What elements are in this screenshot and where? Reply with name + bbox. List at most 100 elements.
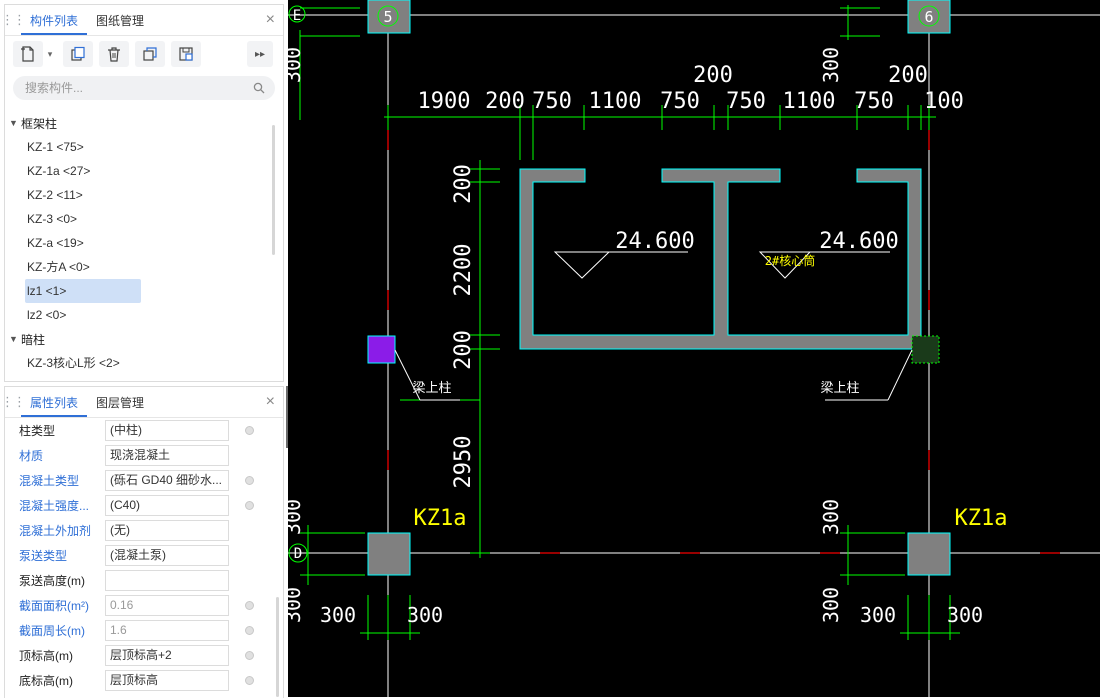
search-input[interactable] — [23, 80, 253, 96]
dim-text: 750 — [532, 89, 572, 114]
dim-text: 200 — [451, 330, 476, 370]
caret-down-icon[interactable]: ▼ — [9, 118, 21, 128]
tab-component-list[interactable]: 构件列表 — [21, 7, 88, 35]
core-walls[interactable] — [519, 168, 922, 350]
trash-icon — [108, 47, 120, 62]
dim-text: 200 — [485, 89, 525, 114]
tree-item[interactable]: KZ-1 <75> — [5, 135, 141, 159]
column-kz1a-right[interactable] — [907, 532, 951, 576]
property-indicator-icon[interactable] — [245, 501, 254, 510]
property-label: 混凝土类型 — [19, 474, 80, 488]
tree-item[interactable]: lz2 <0> — [5, 303, 141, 327]
property-value-field[interactable]: (中柱) — [105, 420, 229, 441]
save-floor-icon — [179, 47, 193, 61]
tree-item[interactable]: KZ-3 <0> — [5, 207, 141, 231]
beam-column-right[interactable] — [911, 335, 940, 364]
drag-grip-icon[interactable]: ⋮⋮ — [5, 387, 26, 417]
new-file-icon — [21, 46, 34, 62]
dim-text: 2950 — [451, 436, 476, 489]
property-value-field[interactable]: (C40) — [105, 495, 229, 516]
copy-to-floor-button[interactable] — [135, 41, 165, 67]
copy-button[interactable] — [63, 41, 93, 67]
tree-group-hidden-column[interactable]: ▼ 暗柱 — [5, 327, 283, 351]
property-indicator-icon[interactable] — [245, 651, 254, 660]
dim-text: 300 — [860, 603, 896, 627]
property-scrollbar[interactable] — [276, 597, 279, 697]
property-row: 泵送类型 (混凝土泵) — [5, 543, 283, 568]
drawing-canvas[interactable]: 5 6 E D 200 200 1900 200 750 1100 750 75… — [281, 0, 1100, 697]
tree-item[interactable]: KZ-1a <27> — [5, 159, 141, 183]
column-label-right: KZ1a — [955, 506, 1008, 531]
copy-icon — [71, 46, 85, 61]
new-component-button[interactable] — [13, 41, 43, 67]
property-row: 材质 现浇混凝土 — [5, 443, 283, 468]
component-scrollbar[interactable] — [272, 125, 275, 255]
drag-grip-icon[interactable]: ⋮⋮ — [5, 5, 26, 35]
property-indicator-icon[interactable] — [245, 426, 254, 435]
tree-item[interactable]: KZ-3核心L形 <2> — [5, 351, 207, 375]
column-kz1a-left[interactable] — [367, 532, 411, 576]
property-panel-tabs: ⋮⋮ 属性列表 图层管理 × — [5, 387, 283, 418]
property-row: 泵送高度(m) — [5, 568, 283, 593]
tree-item-selected[interactable]: lz1 <1> — [25, 279, 141, 303]
tree-item[interactable]: KZ-a <19> — [5, 231, 141, 255]
property-value-field[interactable] — [105, 570, 229, 591]
property-label: 底标高(m) — [19, 674, 73, 688]
property-label: 顶标高(m) — [19, 649, 73, 663]
caret-down-icon[interactable]: ▼ — [9, 334, 21, 344]
property-label: 泵送高度(m) — [19, 574, 85, 588]
dim-text: 200 — [888, 63, 928, 88]
axis-label-d: D — [294, 546, 302, 562]
dim-text: 300 — [320, 603, 356, 627]
component-tree: ▼ 框架柱 KZ-1 <75> KZ-1a <27> KZ-2 <11> KZ-… — [5, 111, 283, 381]
beam-column-label-right: 梁上柱 — [820, 381, 859, 396]
tab-property-list[interactable]: 属性列表 — [21, 389, 88, 417]
property-value-field[interactable]: 层顶标高 — [105, 670, 229, 691]
property-row: 混凝土强度... (C40) — [5, 493, 283, 518]
property-value-field[interactable]: 现浇混凝土 — [105, 445, 229, 466]
tree-group-label: 暗柱 — [21, 332, 46, 347]
dim-text: 2200 — [451, 244, 476, 297]
property-indicator-icon[interactable] — [245, 601, 254, 610]
dim-text: 300 — [288, 47, 305, 83]
column-label-left: KZ1a — [414, 506, 467, 531]
property-value-field[interactable]: 0.16 — [105, 595, 229, 616]
property-indicator-icon[interactable] — [245, 676, 254, 685]
left-dimension-lines — [400, 160, 500, 558]
dim-text: 300 — [407, 603, 443, 627]
import-button[interactable] — [171, 41, 201, 67]
beam-column-left[interactable] — [367, 335, 396, 364]
axis-label-6: 6 — [924, 8, 933, 26]
property-indicator-icon[interactable] — [245, 476, 254, 485]
property-value-field[interactable]: (混凝土泵) — [105, 545, 229, 566]
property-list-panel: ⋮⋮ 属性列表 图层管理 × 柱类型 (中柱) 材质 现浇混凝土混凝土类型 (砾石 GD… — [4, 386, 284, 698]
dim-text: 300 — [288, 499, 305, 535]
property-label: 材质 — [19, 449, 44, 463]
close-icon[interactable]: × — [266, 11, 275, 29]
delete-button[interactable] — [99, 41, 129, 67]
tab-drawing-management[interactable]: 图纸管理 — [87, 7, 153, 35]
axis-label-5: 5 — [383, 8, 392, 26]
more-tools-button[interactable]: ▸▸ — [247, 41, 273, 67]
chevron-down-icon[interactable]: ▾ — [43, 41, 57, 67]
property-indicator-icon[interactable] — [245, 626, 254, 635]
property-label: 泵送类型 — [19, 549, 68, 563]
tab-layer-management[interactable]: 图层管理 — [87, 389, 153, 417]
search-icon[interactable] — [253, 82, 265, 94]
dim-text: 1100 — [589, 89, 642, 114]
property-value-field[interactable]: (无) — [105, 520, 229, 541]
property-label: 截面面积(m²) — [19, 599, 89, 613]
tree-group-label: 框架柱 — [21, 116, 58, 131]
property-table: 柱类型 (中柱) 材质 现浇混凝土 混凝土类型 (砾石 GD40 细砂水... 混凝土强度.… — [5, 418, 283, 693]
property-row: 截面面积(m²) 0.16 — [5, 593, 283, 618]
close-icon[interactable]: × — [266, 393, 275, 411]
property-row: 顶标高(m) 层顶标高+2 — [5, 643, 283, 668]
tree-item[interactable]: KZ-方A <0> — [5, 255, 141, 279]
property-value-field[interactable]: 层顶标高+2 — [105, 645, 229, 666]
tree-item[interactable]: KZ-2 <11> — [5, 183, 141, 207]
tree-group-frame-column[interactable]: ▼ 框架柱 — [5, 111, 283, 135]
property-value-field[interactable]: (砾石 GD40 细砂水... — [105, 470, 229, 491]
property-value-field[interactable]: 1.6 — [105, 620, 229, 641]
dim-text: 300 — [288, 587, 305, 623]
property-row: 底标高(m) 层顶标高 — [5, 668, 283, 693]
